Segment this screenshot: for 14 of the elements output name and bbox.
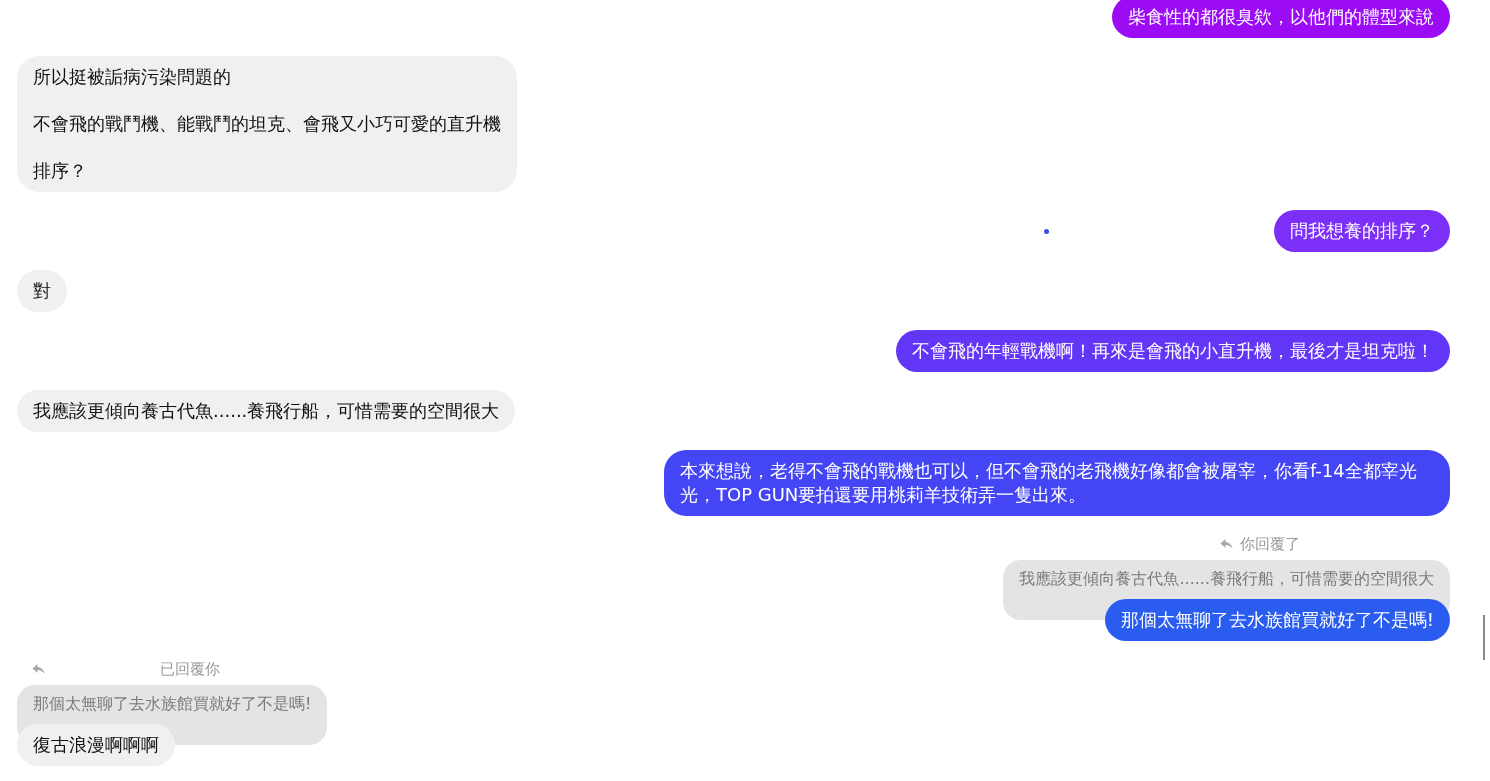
message-bubble: 那個太無聊了去水族館買就好了不是嗎! <box>1104 599 1450 641</box>
scrollbar-thumb[interactable] <box>1483 615 1485 660</box>
reply-label: 已回覆你 <box>160 659 220 679</box>
message-bubble: 柴食性的都很臭欸，以他們的體型來說 <box>1112 0 1450 38</box>
message-bubble: 我應該更傾向養古代魚......養飛行船，可惜需要的空間很大 <box>17 390 516 432</box>
message-bubble: 所以挺被詬病污染問題的 不會飛的戰鬥機、能戰鬥的坦克、會飛又小巧可愛的直升機 排序？ <box>17 56 517 192</box>
message-bubble: 不會飛的年輕戰機啊！再來是會飛的小直升機，最後才是坦克啦！ <box>896 330 1450 372</box>
reply-label: 你回覆了 <box>1240 534 1300 554</box>
message-bubble: 本來想說，老得不會飛的戰機也可以，但不會飛的老飛機好像都會被屠宰，你看f-14全都宰光光，TOP GUN要拍還要用桃莉羊技術弄一隻出來。 <box>664 450 1450 516</box>
reply-icon <box>1219 538 1234 550</box>
message-bubble: 復古浪漫啊啊啊 <box>17 724 175 766</box>
message-bubble: 對 <box>17 270 67 312</box>
reply-icon <box>31 663 46 675</box>
message-bubble: 問我想養的排序？ <box>1274 210 1450 252</box>
